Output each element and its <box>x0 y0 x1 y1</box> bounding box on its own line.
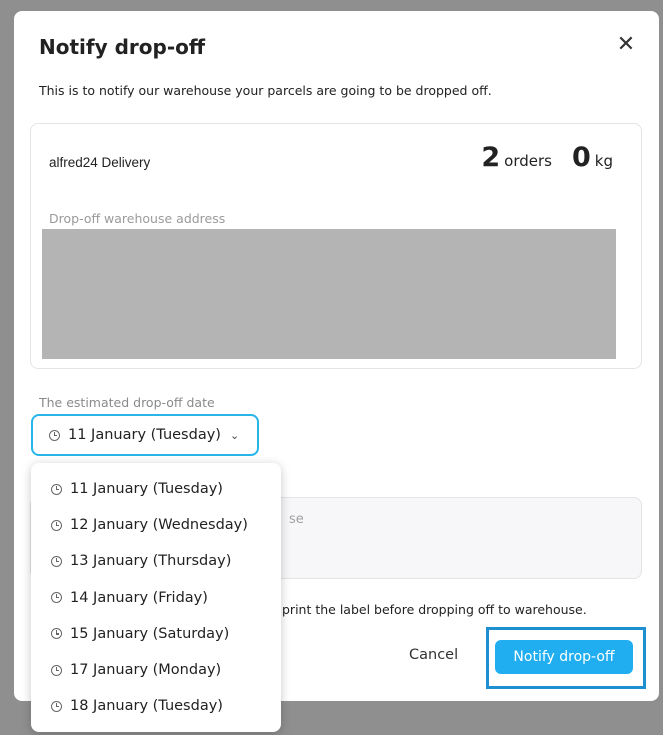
date-option[interactable]: 15 January (Saturday) <box>31 616 281 652</box>
date-option[interactable]: 12 January (Wednesday) <box>31 507 281 543</box>
dropoff-date-select[interactable]: 11 January (Tuesday) ⌄ <box>31 414 259 456</box>
address-label: Drop-off warehouse address <box>49 211 226 226</box>
clock-icon <box>51 700 62 712</box>
clock-icon <box>49 429 60 441</box>
date-option-label: 12 January (Wednesday) <box>70 517 248 534</box>
notify-button-highlight: Notify drop-off <box>486 627 646 689</box>
orders-count: 2 <box>481 142 501 173</box>
clock-icon <box>51 555 62 567</box>
cancel-button[interactable]: Cancel <box>409 647 458 663</box>
selected-date: 11 January (Tuesday) <box>68 427 221 443</box>
notify-dropoff-button[interactable]: Notify drop-off <box>495 640 633 674</box>
date-option[interactable]: 17 January (Monday) <box>31 652 281 688</box>
close-icon[interactable]: ✕ <box>614 33 638 57</box>
modal-title: Notify drop-off <box>39 35 206 59</box>
carrier-name: alfred24 Delivery <box>49 155 151 170</box>
order-stats: 2 orders 0 kg <box>481 142 613 173</box>
note-placeholder: se <box>289 512 304 527</box>
print-label-info: print the label before dropping off to w… <box>282 602 587 617</box>
clock-icon <box>51 592 62 604</box>
date-option-label: 17 January (Monday) <box>70 662 222 679</box>
date-option-label: 14 January (Friday) <box>70 589 208 606</box>
date-option-label: 13 January (Thursday) <box>70 553 232 570</box>
weight-unit: kg <box>594 152 613 170</box>
clock-icon <box>51 483 62 495</box>
date-option-label: 15 January (Saturday) <box>70 625 230 642</box>
date-option[interactable]: 13 January (Thursday) <box>31 543 281 579</box>
dropoff-summary-card: alfred24 Delivery 2 orders 0 kg Drop-off… <box>30 123 642 369</box>
address-redacted-box <box>42 229 616 359</box>
weight-value: 0 <box>571 142 591 173</box>
chevron-down-icon: ⌄ <box>229 428 240 442</box>
clock-icon <box>51 519 62 531</box>
date-option[interactable]: 14 January (Friday) <box>31 580 281 616</box>
clock-icon <box>51 664 62 676</box>
date-option-label: 11 January (Tuesday) <box>70 481 223 498</box>
date-option[interactable]: 18 January (Tuesday) <box>31 688 281 724</box>
date-option[interactable]: 11 January (Tuesday) <box>31 471 281 507</box>
clock-icon <box>51 628 62 640</box>
dropoff-date-label: The estimated drop-off date <box>39 395 215 410</box>
modal-subtitle: This is to notify our warehouse your par… <box>39 83 492 98</box>
date-option-label: 18 January (Tuesday) <box>70 698 223 715</box>
date-dropdown-menu: 11 January (Tuesday) 12 January (Wednesd… <box>31 463 281 732</box>
orders-unit: orders <box>504 152 552 170</box>
